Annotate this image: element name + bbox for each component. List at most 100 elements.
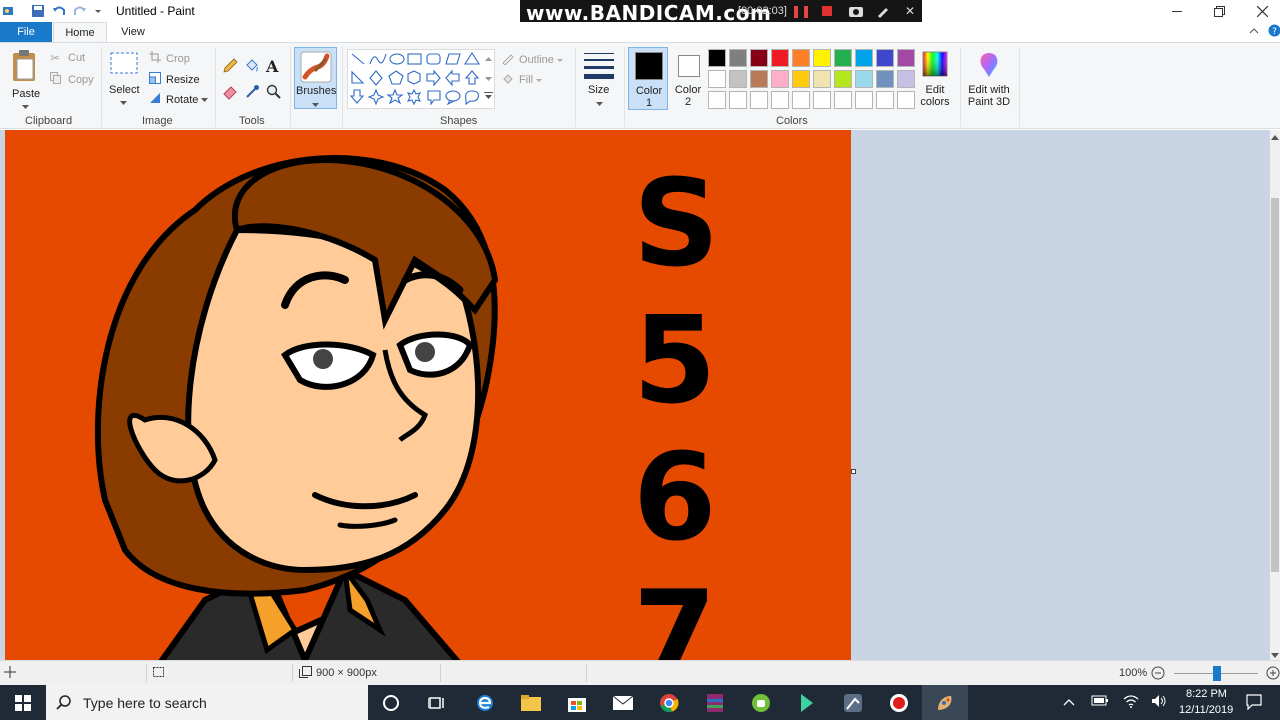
zoom-out-icon[interactable] (1151, 666, 1165, 683)
palette-swatch[interactable] (855, 49, 873, 67)
microsoft-store-icon[interactable] (554, 685, 600, 720)
fill-button[interactable]: Fill (501, 72, 543, 88)
paint-taskbar-icon[interactable] (922, 685, 968, 720)
outline-button[interactable]: Outline (501, 52, 563, 68)
palette-swatch[interactable] (708, 49, 726, 67)
redo-icon[interactable] (72, 3, 88, 19)
pencil-draw-icon[interactable] (875, 3, 891, 19)
eraser-icon[interactable] (222, 84, 238, 103)
fill-bucket-icon[interactable] (244, 58, 260, 77)
palette-swatch[interactable] (771, 70, 789, 88)
file-explorer-icon[interactable] (508, 685, 554, 720)
palette-swatch[interactable] (897, 70, 915, 88)
battery-icon[interactable] (1091, 694, 1109, 709)
color2-button[interactable]: Color 2 (670, 47, 706, 110)
minimize-button[interactable] (1155, 0, 1199, 22)
taskbar-search[interactable]: Type here to search (46, 685, 368, 720)
volume-icon[interactable] (1151, 694, 1167, 711)
palette-swatch[interactable] (855, 70, 873, 88)
winrar-icon[interactable] (692, 685, 738, 720)
palette-swatch[interactable] (855, 91, 873, 109)
scroll-up-icon[interactable] (1271, 132, 1279, 144)
collapse-ribbon-icon[interactable] (1249, 26, 1259, 39)
palette-swatch[interactable] (771, 91, 789, 109)
cut-button[interactable]: ✂ Cut (50, 51, 85, 65)
pause-icon[interactable]: ❚❚ (791, 3, 811, 19)
palette-swatch[interactable] (813, 49, 831, 67)
canvas-resize-handle[interactable] (851, 469, 856, 474)
copy-button[interactable]: Copy (50, 72, 94, 87)
customize-toolbar-icon[interactable] (90, 3, 106, 19)
color-picker-icon[interactable] (244, 84, 260, 103)
scrollbar-thumb[interactable] (1271, 198, 1279, 572)
palette-swatch[interactable] (792, 70, 810, 88)
rotate-button[interactable]: Rotate (149, 92, 209, 107)
restore-button[interactable] (1197, 0, 1241, 22)
clock-date[interactable]: 12/11/2019 (1179, 704, 1233, 716)
canvas-workspace[interactable]: S567 (0, 130, 1270, 660)
zoom-slider-thumb[interactable] (1213, 666, 1221, 681)
palette-swatch[interactable] (876, 49, 894, 67)
crop-button[interactable]: Crop (149, 51, 190, 66)
palette-swatch[interactable] (708, 70, 726, 88)
vertical-scrollbar[interactable] (1270, 130, 1280, 660)
windows-start-icon[interactable] (0, 685, 46, 720)
palette-swatch[interactable] (834, 91, 852, 109)
gallery-scroll-down-icon[interactable] (485, 73, 492, 85)
palette-swatch[interactable] (813, 70, 831, 88)
chrome-icon[interactable] (646, 685, 692, 720)
palette-swatch[interactable] (771, 49, 789, 67)
palette-swatch[interactable] (813, 91, 831, 109)
palette-swatch[interactable] (897, 49, 915, 67)
wifi-icon[interactable] (1123, 694, 1139, 711)
notifications-icon[interactable] (1246, 694, 1262, 713)
select-button[interactable]: Select (108, 51, 140, 109)
stop-icon[interactable] (819, 3, 835, 19)
undo-icon[interactable] (51, 3, 67, 19)
text-tool-icon[interactable]: A (266, 57, 278, 76)
tab-view[interactable]: View (110, 22, 156, 42)
drawing-canvas[interactable]: S567 (5, 130, 851, 660)
color1-button[interactable]: Color 1 (628, 47, 668, 110)
palette-swatch[interactable] (750, 49, 768, 67)
android-app-icon[interactable] (738, 685, 784, 720)
video-editor-icon[interactable] (784, 685, 830, 720)
close-button[interactable] (1240, 0, 1280, 22)
task-view-icon[interactable] (414, 685, 460, 720)
size-button[interactable]: Size (580, 49, 618, 109)
recorder-close-icon[interactable]: ✕ (902, 3, 918, 19)
brushes-button[interactable]: Brushes (294, 47, 337, 109)
edit-with-paint3d-button[interactable]: Edit with Paint 3D (964, 47, 1014, 110)
tab-file[interactable]: File (0, 22, 52, 42)
mail-icon[interactable] (600, 685, 646, 720)
palette-swatch[interactable] (834, 49, 852, 67)
image-editor-icon[interactable] (830, 685, 876, 720)
palette-swatch[interactable] (792, 91, 810, 109)
tab-home[interactable]: Home (53, 22, 107, 42)
palette-swatch[interactable] (792, 49, 810, 67)
palette-swatch[interactable] (876, 91, 894, 109)
palette-swatch[interactable] (729, 70, 747, 88)
bandicam-icon[interactable] (876, 685, 922, 720)
palette-swatch[interactable] (876, 70, 894, 88)
palette-swatch[interactable] (729, 91, 747, 109)
palette-swatch[interactable] (834, 70, 852, 88)
gallery-expand-icon[interactable] (484, 92, 493, 104)
camera-icon[interactable] (848, 3, 864, 19)
palette-swatch[interactable] (897, 91, 915, 109)
palette-swatch[interactable] (708, 91, 726, 109)
edge-browser-icon[interactable] (462, 685, 508, 720)
palette-swatch[interactable] (729, 49, 747, 67)
clock-time[interactable]: 8:22 PM (1186, 688, 1227, 700)
help-icon[interactable]: ? (1268, 24, 1280, 40)
palette-swatch[interactable] (750, 70, 768, 88)
pencil-icon[interactable] (222, 58, 238, 77)
show-hidden-icons-icon[interactable] (1063, 694, 1075, 709)
paint-app-icon[interactable] (0, 3, 16, 19)
cortana-icon[interactable] (368, 685, 414, 720)
paste-button[interactable]: Paste (7, 47, 43, 109)
palette-swatch[interactable] (750, 91, 768, 109)
magnifier-icon[interactable] (266, 84, 282, 103)
gallery-scroll-up-icon[interactable] (485, 53, 492, 65)
resize-button[interactable]: Resize (149, 72, 200, 87)
